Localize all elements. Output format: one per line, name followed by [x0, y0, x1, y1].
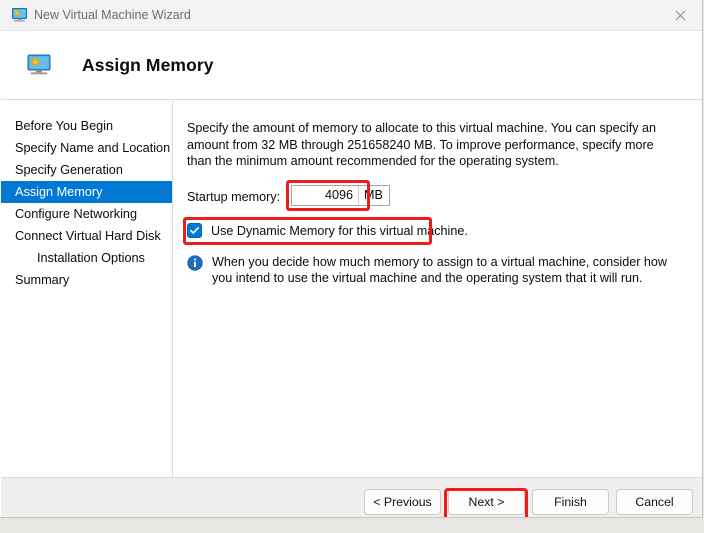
wizard-body: Before You Begin Specify Name and Locati…	[1, 101, 702, 477]
info-note-text: When you decide how much memory to assig…	[212, 254, 667, 286]
previous-button[interactable]: < Previous	[364, 489, 441, 515]
sidebar-item-summary[interactable]: Summary	[1, 269, 172, 291]
cancel-button[interactable]: Cancel	[616, 489, 693, 515]
next-button[interactable]: Next >	[448, 489, 525, 515]
page-header: Assign Memory	[1, 31, 702, 100]
sidebar-item-specify-name-and-location[interactable]: Specify Name and Location	[1, 137, 172, 159]
virtual-machine-icon	[26, 52, 52, 78]
info-note: When you decide how much memory to assig…	[187, 254, 687, 287]
startup-memory-unit: MB	[358, 185, 389, 205]
sidebar-item-before-you-begin[interactable]: Before You Begin	[1, 115, 172, 137]
virtual-machine-icon	[11, 7, 28, 23]
dynamic-memory-checkbox-row[interactable]: Use Dynamic Memory for this virtual mach…	[183, 216, 687, 245]
wizard-window: New Virtual Machine Wizard Assign Memory…	[0, 0, 703, 518]
dynamic-memory-checkbox[interactable]	[187, 223, 202, 238]
finish-button[interactable]: Finish	[532, 489, 609, 515]
startup-memory-label: Startup memory:	[187, 189, 281, 204]
close-icon[interactable]	[658, 0, 702, 31]
startup-memory-input[interactable]	[292, 185, 358, 205]
title-bar: New Virtual Machine Wizard	[0, 0, 702, 31]
sidebar-item-specify-generation[interactable]: Specify Generation	[1, 159, 172, 181]
info-icon	[187, 254, 203, 271]
sidebar-item-assign-memory[interactable]: Assign Memory	[1, 181, 172, 203]
intro-description: Specify the amount of memory to allocate…	[187, 121, 657, 168]
startup-memory-field[interactable]: MB	[291, 184, 390, 206]
sidebar-item-configure-networking[interactable]: Configure Networking	[1, 203, 172, 225]
window-title: New Virtual Machine Wizard	[34, 8, 191, 22]
page-title: Assign Memory	[82, 55, 214, 75]
sidebar-item-connect-virtual-hard-disk[interactable]: Connect Virtual Hard Disk	[1, 225, 172, 247]
dynamic-memory-label: Use Dynamic Memory for this virtual mach…	[211, 223, 468, 238]
wizard-content: Specify the amount of memory to allocate…	[174, 101, 702, 477]
wizard-footer: < Previous Next > Finish Cancel	[1, 477, 702, 517]
sidebar-item-installation-options[interactable]: Installation Options	[1, 247, 172, 269]
startup-memory-row: Startup memory: MB	[187, 179, 687, 211]
wizard-steps-sidebar: Before You Begin Specify Name and Locati…	[1, 101, 173, 477]
